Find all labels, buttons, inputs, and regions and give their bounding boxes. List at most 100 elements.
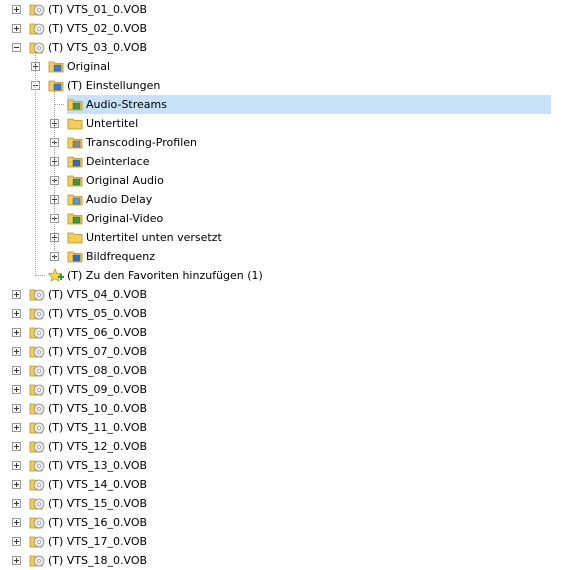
folder-audio-icon bbox=[67, 173, 83, 187]
tree-item-label[interactable]: (T) VTS_12_0.VOB bbox=[48, 439, 147, 454]
tree-item-label[interactable]: Original-Video bbox=[86, 211, 163, 226]
tree-row[interactable]: (T) VTS_13_0.VOB bbox=[0, 456, 573, 475]
tree-row[interactable]: Original bbox=[0, 57, 573, 76]
disc-folder-icon bbox=[29, 363, 45, 377]
expand-toggle-icon[interactable] bbox=[12, 537, 21, 546]
tree-row[interactable]: (T) VTS_14_0.VOB bbox=[0, 475, 573, 494]
tree-item-label[interactable]: (T) VTS_05_0.VOB bbox=[48, 306, 147, 321]
tree-row[interactable]: (T) VTS_11_0.VOB bbox=[0, 418, 573, 437]
tree-item-label[interactable]: (T) VTS_10_0.VOB bbox=[48, 401, 147, 416]
disc-folder-icon bbox=[29, 2, 45, 16]
tree-item-label[interactable]: (T) VTS_01_0.VOB bbox=[48, 2, 147, 17]
tree-row[interactable]: (T) VTS_12_0.VOB bbox=[0, 437, 573, 456]
disc-folder-icon bbox=[29, 515, 45, 529]
tree-item-label[interactable]: (T) VTS_11_0.VOB bbox=[48, 420, 147, 435]
tree-row[interactable]: Original Audio bbox=[0, 171, 573, 190]
tree-row[interactable]: (T) VTS_15_0.VOB bbox=[0, 494, 573, 513]
tree-row[interactable]: (T) VTS_07_0.VOB bbox=[0, 342, 573, 361]
tree-item-label[interactable]: (T) VTS_18_0.VOB bbox=[48, 553, 147, 568]
tree-row[interactable]: (T) VTS_16_0.VOB bbox=[0, 513, 573, 532]
tree-connector bbox=[35, 53, 36, 276]
expand-toggle-icon[interactable] bbox=[12, 290, 21, 299]
tree-row[interactable]: (T) VTS_08_0.VOB bbox=[0, 361, 573, 380]
tree-connector bbox=[35, 275, 45, 276]
tree-item-label[interactable]: Audio Delay bbox=[86, 192, 152, 207]
expand-toggle-icon[interactable] bbox=[12, 480, 21, 489]
tree-item-label[interactable]: (T) VTS_08_0.VOB bbox=[48, 363, 147, 378]
tree-item-label[interactable]: (T) Einstellungen bbox=[67, 78, 160, 93]
expand-toggle-icon[interactable] bbox=[12, 385, 21, 394]
tree-item-label[interactable]: (T) VTS_17_0.VOB bbox=[48, 534, 147, 549]
tree-item-label[interactable]: (T) Zu den Favoriten hinzufügen (1) bbox=[67, 268, 263, 283]
disc-folder-icon bbox=[29, 420, 45, 434]
expand-toggle-icon[interactable] bbox=[12, 461, 21, 470]
folder-transcode-icon bbox=[67, 135, 83, 149]
expand-toggle-icon[interactable] bbox=[12, 366, 21, 375]
tree-item-label[interactable]: Untertitel bbox=[86, 116, 138, 131]
tree-row[interactable]: (T) VTS_10_0.VOB bbox=[0, 399, 573, 418]
disc-folder-icon bbox=[29, 287, 45, 301]
tree-item-label[interactable]: Bildfrequenz bbox=[86, 249, 155, 264]
expand-toggle-icon[interactable] bbox=[12, 518, 21, 527]
tree-row[interactable]: Deinterlace bbox=[0, 152, 573, 171]
expand-toggle-icon[interactable] bbox=[12, 347, 21, 356]
tree-item-label[interactable]: (T) VTS_07_0.VOB bbox=[48, 344, 147, 359]
tree-item-label[interactable]: (T) VTS_09_0.VOB bbox=[48, 382, 147, 397]
tree-item-label[interactable]: (T) VTS_06_0.VOB bbox=[48, 325, 147, 340]
collapse-toggle-icon[interactable] bbox=[12, 43, 21, 52]
folder-delay-icon bbox=[67, 192, 83, 206]
expand-toggle-icon[interactable] bbox=[12, 556, 21, 565]
tree-row[interactable]: (T) Zu den Favoriten hinzufügen (1) bbox=[0, 266, 573, 285]
disc-folder-icon bbox=[29, 477, 45, 491]
tree-row[interactable]: (T) VTS_09_0.VOB bbox=[0, 380, 573, 399]
tree-row[interactable]: (T) VTS_17_0.VOB bbox=[0, 532, 573, 551]
tree-item-label[interactable]: Original Audio bbox=[86, 173, 164, 188]
tree-item-label[interactable]: (T) VTS_03_0.VOB bbox=[48, 40, 147, 55]
disc-folder-icon bbox=[29, 382, 45, 396]
tree-row[interactable]: (T) VTS_02_0.VOB bbox=[0, 19, 573, 38]
disc-folder-icon bbox=[29, 401, 45, 415]
tree-connector bbox=[54, 104, 64, 105]
expand-toggle-icon[interactable] bbox=[12, 442, 21, 451]
expand-toggle-icon[interactable] bbox=[12, 309, 21, 318]
tree-item-label[interactable]: (T) VTS_04_0.VOB bbox=[48, 287, 147, 302]
folder-deinterlace-icon bbox=[67, 154, 83, 168]
tree-item-label[interactable]: (T) VTS_02_0.VOB bbox=[48, 21, 147, 36]
disc-folder-icon bbox=[29, 344, 45, 358]
disc-folder-icon bbox=[29, 439, 45, 453]
tree-item-label[interactable]: Transcoding-Profilen bbox=[86, 135, 197, 150]
tree-row[interactable]: (T) VTS_01_0.VOB bbox=[0, 0, 573, 19]
tree-row[interactable]: (T) VTS_06_0.VOB bbox=[0, 323, 573, 342]
tree-row[interactable]: (T) VTS_04_0.VOB bbox=[0, 285, 573, 304]
tree-row[interactable]: Untertitel bbox=[0, 114, 573, 133]
tree-row[interactable]: (T) VTS_18_0.VOB bbox=[0, 551, 573, 570]
expand-toggle-icon[interactable] bbox=[12, 24, 21, 33]
tree-row[interactable]: Audio Delay bbox=[0, 190, 573, 209]
tree-row[interactable]: Transcoding-Profilen bbox=[0, 133, 573, 152]
tree-row[interactable]: (T) VTS_03_0.VOB bbox=[0, 38, 573, 57]
tree-item-label[interactable]: (T) VTS_13_0.VOB bbox=[48, 458, 147, 473]
tree-item-label[interactable]: (T) VTS_14_0.VOB bbox=[48, 477, 147, 492]
tree-row[interactable]: Untertitel unten versetzt bbox=[0, 228, 573, 247]
expand-toggle-icon[interactable] bbox=[12, 328, 21, 337]
tree-item-label[interactable]: (T) VTS_16_0.VOB bbox=[48, 515, 147, 530]
expand-toggle-icon[interactable] bbox=[12, 499, 21, 508]
tree-view[interactable]: (T) VTS_01_0.VOB (T) VTS_02_0.VOB (T) VT… bbox=[0, 0, 573, 568]
expand-toggle-icon[interactable] bbox=[12, 423, 21, 432]
tree-item-label[interactable]: Original bbox=[67, 59, 110, 74]
tree-row[interactable]: Audio-Streams bbox=[0, 95, 573, 114]
tree-item-label[interactable]: Audio-Streams bbox=[86, 97, 167, 112]
tree-row[interactable]: (T) Einstellungen bbox=[0, 76, 573, 95]
disc-folder-icon bbox=[29, 21, 45, 35]
expand-toggle-icon[interactable] bbox=[12, 404, 21, 413]
tree-row[interactable]: Original-Video bbox=[0, 209, 573, 228]
tree-item-label[interactable]: (T) VTS_15_0.VOB bbox=[48, 496, 147, 511]
tree-item-label[interactable]: Deinterlace bbox=[86, 154, 149, 169]
tree-row[interactable]: (T) VTS_05_0.VOB bbox=[0, 304, 573, 323]
tree-item-label[interactable]: Untertitel unten versetzt bbox=[86, 230, 222, 245]
expand-toggle-icon[interactable] bbox=[12, 5, 21, 14]
disc-folder-icon bbox=[29, 496, 45, 510]
folder-settings-icon bbox=[48, 78, 64, 92]
tree-row[interactable]: Bildfrequenz bbox=[0, 247, 573, 266]
folder-media-icon bbox=[48, 59, 64, 73]
